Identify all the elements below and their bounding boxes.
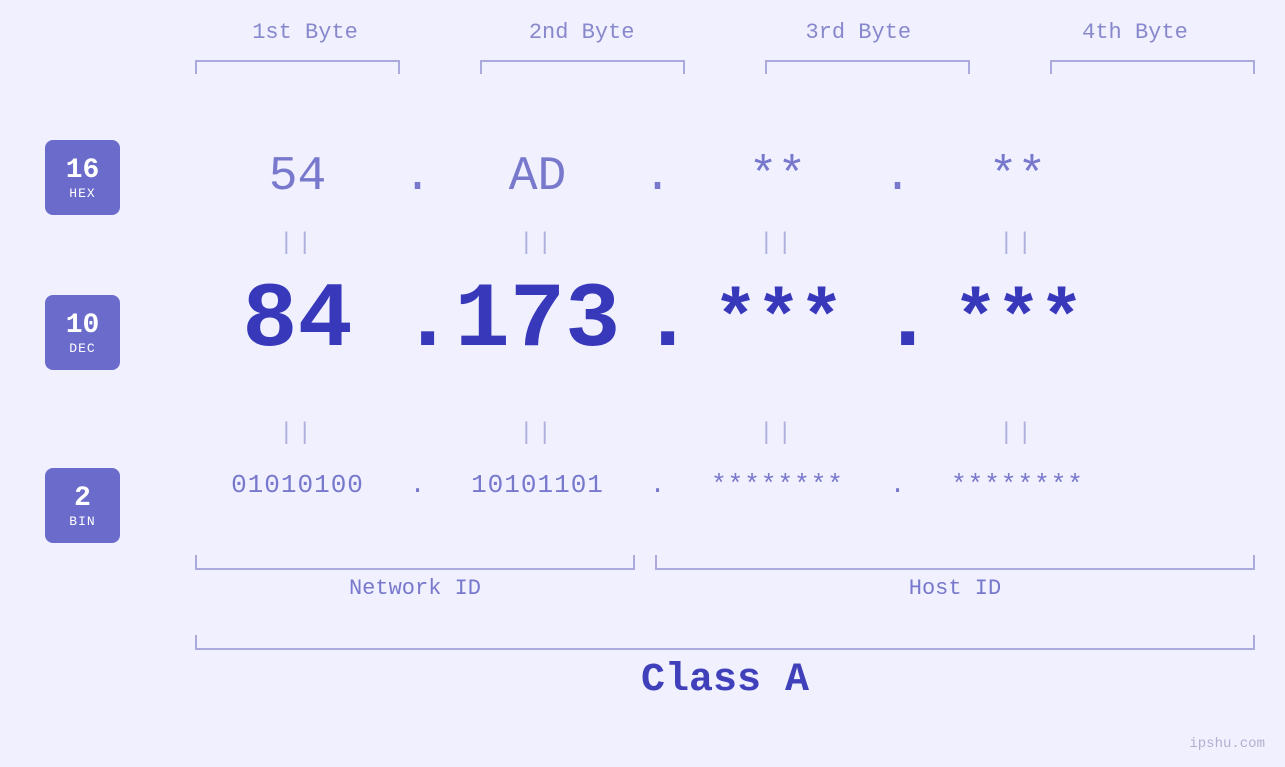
page-container: 1st Byte 2nd Byte 3rd Byte 4th Byte 16 H… — [0, 0, 1285, 767]
top-bracket-1 — [195, 60, 400, 74]
dec-val-3: *** — [675, 284, 880, 359]
dec-dot-2: . — [640, 275, 675, 367]
sep-row-2: || || || || — [195, 420, 1255, 447]
dec-row: 84 . 173 . *** . *** — [195, 275, 1255, 367]
host-id-label: Host ID — [655, 576, 1255, 601]
bin-val-4: ******** — [915, 470, 1120, 500]
byte-label-4: 4th Byte — [1025, 20, 1245, 45]
byte-label-3: 3rd Byte — [748, 20, 968, 45]
network-id-bracket: Network ID — [195, 555, 635, 601]
dec-badge-label: DEC — [69, 341, 95, 356]
dec-val-2: 173 — [435, 275, 640, 367]
byte-label-2: 2nd Byte — [472, 20, 692, 45]
hex-val-4: ** — [915, 150, 1120, 204]
top-bracket-4 — [1050, 60, 1255, 74]
dec-dot-3: . — [880, 275, 915, 367]
network-id-label: Network ID — [195, 576, 635, 601]
byte-labels-row: 1st Byte 2nd Byte 3rd Byte 4th Byte — [195, 20, 1245, 45]
hex-dot-1: . — [400, 150, 435, 204]
hex-badge-number: 16 — [66, 155, 100, 186]
dec-dot-1: . — [400, 275, 435, 367]
watermark: ipshu.com — [1189, 736, 1265, 752]
bin-badge: 2 BIN — [45, 468, 120, 543]
bin-val-3: ******** — [675, 470, 880, 500]
dec-val-1: 84 — [195, 275, 400, 367]
bin-dot-1: . — [400, 470, 435, 500]
class-bracket: Class A — [195, 635, 1255, 703]
bin-row: 01010100 . 10101101 . ******** . *******… — [195, 470, 1255, 500]
hex-row: 54 . AD . ** . ** — [195, 150, 1255, 204]
hex-val-2: AD — [435, 150, 640, 204]
bin-val-1: 01010100 — [195, 470, 400, 500]
sep-row-1: || || || || — [195, 230, 1255, 257]
hex-badge: 16 HEX — [45, 140, 120, 215]
dec-badge-number: 10 — [66, 310, 100, 341]
hex-dot-2: . — [640, 150, 675, 204]
host-id-bracket: Host ID — [655, 555, 1255, 601]
bin-dot-2: . — [640, 470, 675, 500]
top-bracket-3 — [765, 60, 970, 74]
top-bracket-2 — [480, 60, 685, 74]
bin-badge-number: 2 — [74, 483, 91, 514]
bin-badge-label: BIN — [69, 514, 95, 529]
dec-val-4: *** — [915, 284, 1120, 359]
class-label: Class A — [195, 658, 1255, 703]
byte-label-1: 1st Byte — [195, 20, 415, 45]
top-brackets — [195, 60, 1255, 74]
hex-val-1: 54 — [195, 150, 400, 204]
hex-badge-label: HEX — [69, 186, 95, 201]
dec-badge: 10 DEC — [45, 295, 120, 370]
hex-dot-3: . — [880, 150, 915, 204]
bin-dot-3: . — [880, 470, 915, 500]
hex-val-3: ** — [675, 150, 880, 204]
bin-val-2: 10101101 — [435, 470, 640, 500]
